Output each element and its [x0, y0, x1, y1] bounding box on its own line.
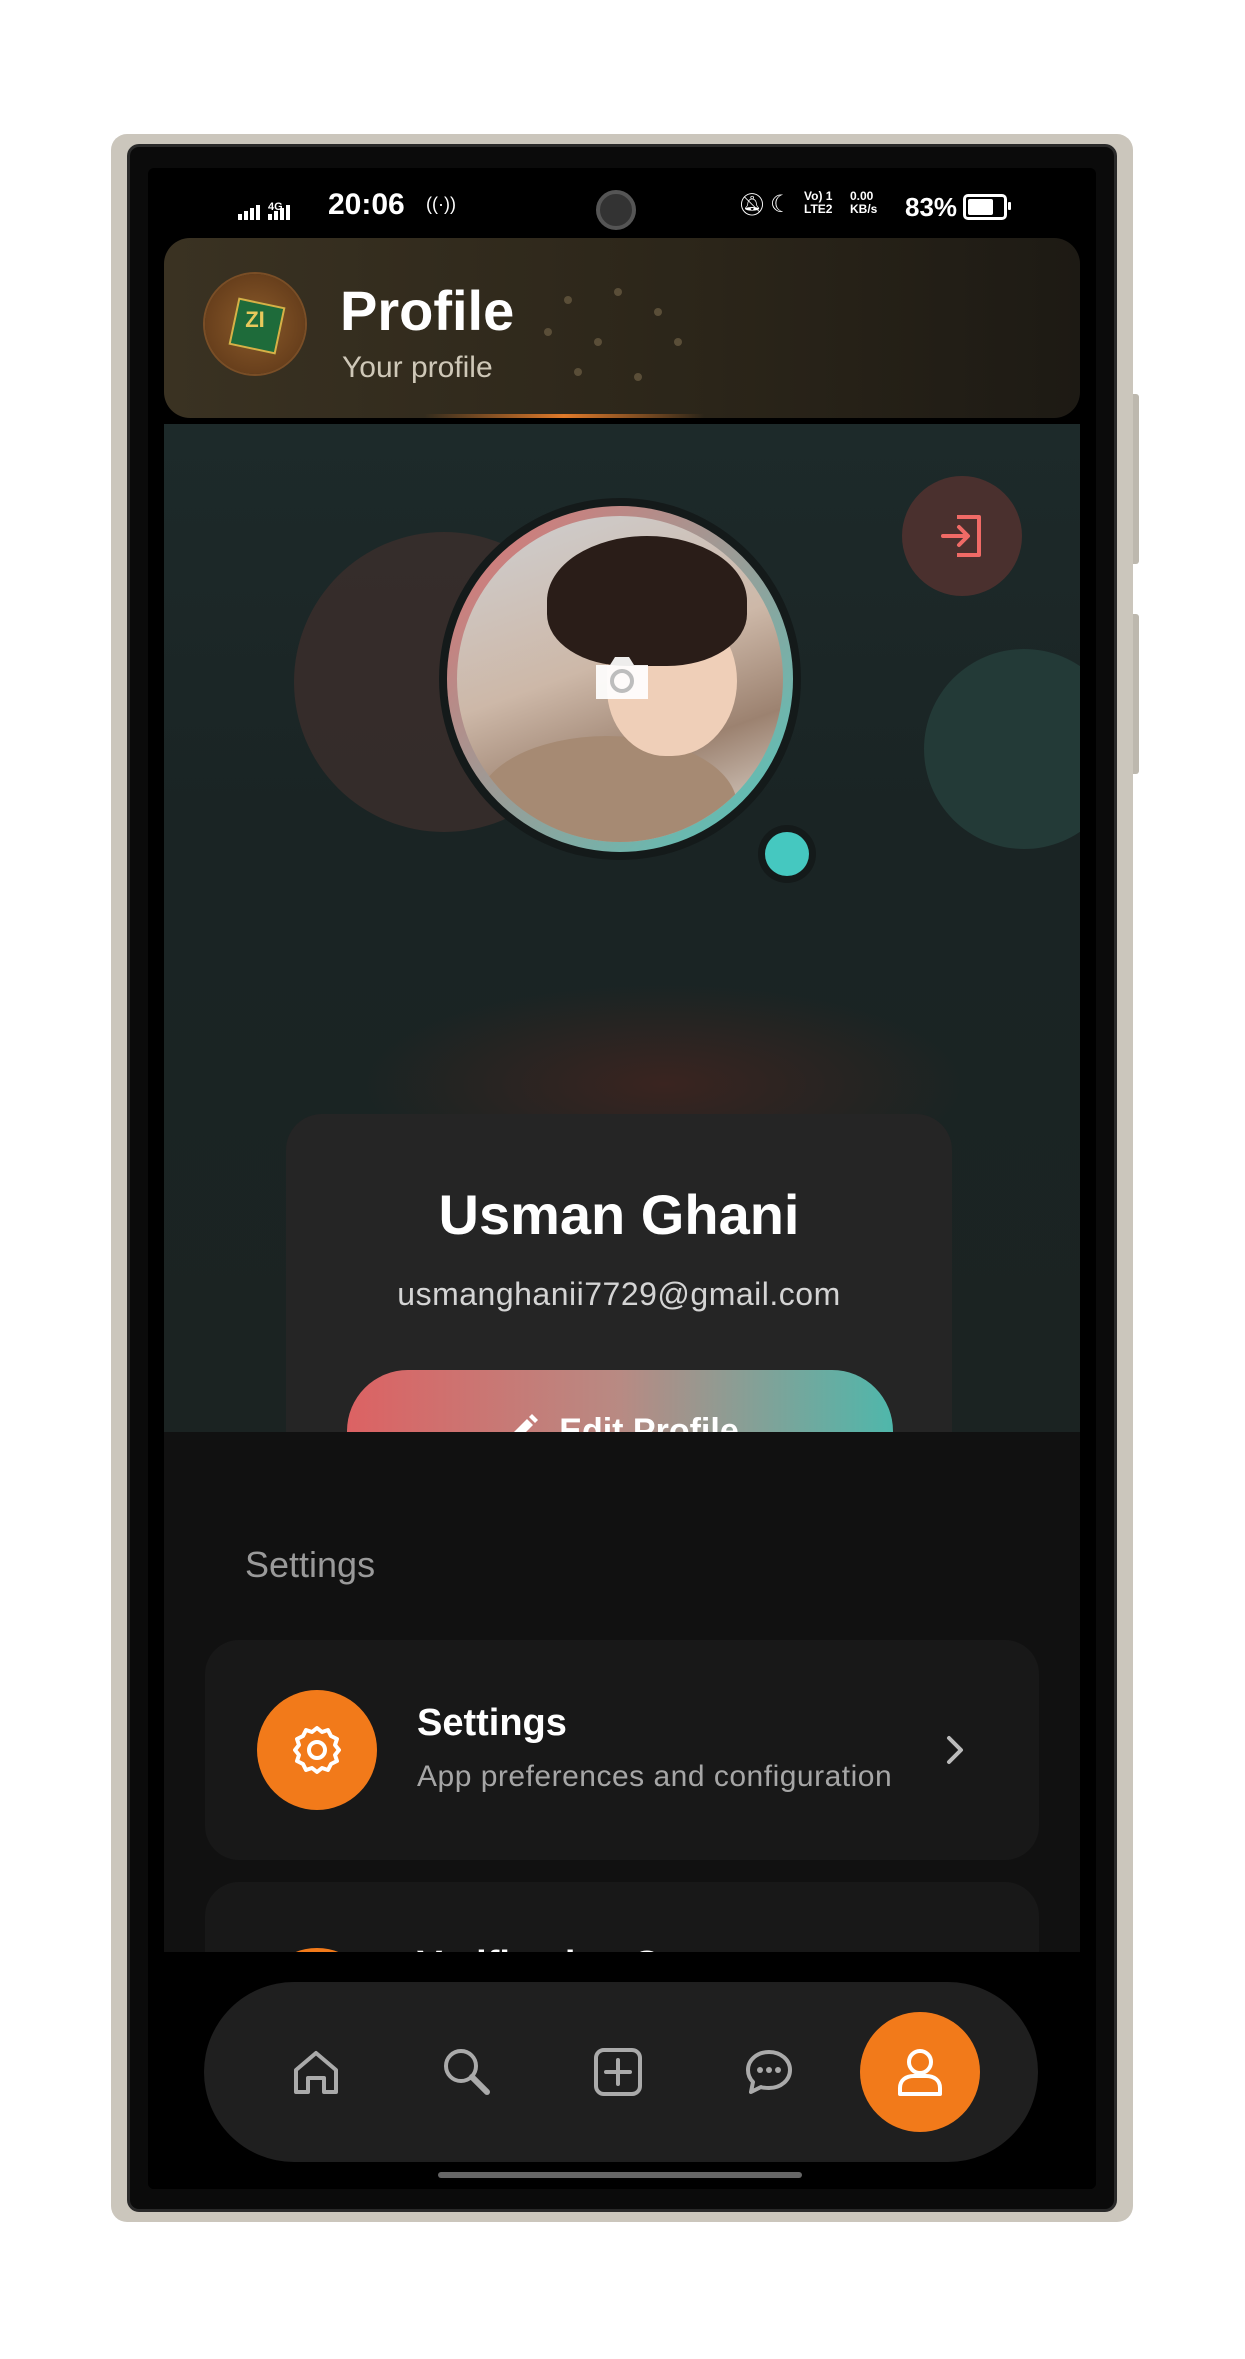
header-decoration: [534, 278, 714, 398]
camera-icon[interactable]: [592, 651, 652, 703]
logout-button[interactable]: [902, 476, 1022, 596]
page-title: Profile: [340, 279, 515, 342]
nav-profile[interactable]: [860, 2012, 980, 2132]
edit-profile-button[interactable]: Edit Profile: [347, 1370, 893, 1432]
chat-icon: [746, 2050, 792, 2094]
edit-profile-label: Edit Profile: [559, 1411, 739, 1433]
volte-indicator: Vo) 1 LTE2: [804, 189, 833, 216]
settings-section: Settings Settings App preferences and co…: [164, 1432, 1080, 2068]
home-icon: [294, 2051, 338, 2094]
home-indicator[interactable]: [438, 2172, 802, 2178]
battery-icon: [963, 194, 1011, 220]
logout-icon: [941, 515, 981, 557]
status-bar: 4G 20:06 ((·)) 🔕︎ ☾ Vo) 1 LTE2 0.00 KB/s…: [148, 168, 1096, 240]
user-email: usmanghanii7729@gmail.com: [397, 1276, 841, 1312]
avatar-ring[interactable]: [447, 506, 793, 852]
bottom-nav: [204, 1982, 1038, 2162]
decor-circle: [924, 649, 1080, 849]
battery-percent: 83%: [905, 192, 958, 222]
section-heading: Settings: [245, 1544, 376, 1585]
network-speed: 0.00 KB/s: [850, 189, 878, 216]
hotspot-icon: ((·)): [426, 194, 456, 214]
mute-icon: 🔕︎: [738, 192, 766, 217]
power-button: [1133, 614, 1139, 774]
avatar: [457, 516, 783, 842]
settings-row[interactable]: Settings App preferences and configurati…: [205, 1640, 1039, 1860]
plus-square-icon: [594, 2048, 642, 2096]
bottom-nav-area: [148, 1952, 1096, 2189]
app-logo[interactable]: ZI: [205, 274, 305, 374]
signal-icon: 4G: [238, 201, 290, 220]
pencil-icon: [514, 1414, 539, 1432]
search-icon: [444, 2049, 490, 2095]
online-status-dot: [765, 832, 809, 876]
screen: 4G 20:06 ((·)) 🔕︎ ☾ Vo) 1 LTE2 0.00 KB/s…: [148, 168, 1096, 2189]
app-header: ZI Profile Your profile: [164, 238, 1080, 418]
gear-icon: [293, 1726, 341, 1774]
settings-row-subtitle: App preferences and configuration: [417, 1760, 893, 1793]
nav-create[interactable]: [573, 2027, 663, 2117]
settings-icon-badge: [257, 1690, 377, 1810]
profile-hero: Usman Ghani usmanghanii7729@gmail.com Ed…: [164, 424, 1080, 1432]
front-camera: [596, 190, 636, 230]
user-name: Usman Ghani: [438, 1183, 800, 1246]
page-subtitle: Your profile: [342, 351, 493, 384]
user-icon: [898, 2049, 942, 2096]
logo-text: ZI: [245, 307, 265, 332]
header-accent-line: [424, 414, 704, 418]
dnd-moon-icon: ☾: [770, 191, 792, 218]
nav-search[interactable]: [422, 2027, 512, 2117]
volume-button: [1133, 394, 1139, 564]
nav-home[interactable]: [271, 2027, 361, 2117]
clock: 20:06: [328, 188, 405, 221]
chevron-right-icon: [947, 1736, 963, 1764]
profile-card: Usman Ghani usmanghanii7729@gmail.com Ed…: [286, 1114, 952, 1432]
settings-row-title: Settings: [417, 1702, 567, 1744]
nav-messages[interactable]: [724, 2027, 814, 2117]
